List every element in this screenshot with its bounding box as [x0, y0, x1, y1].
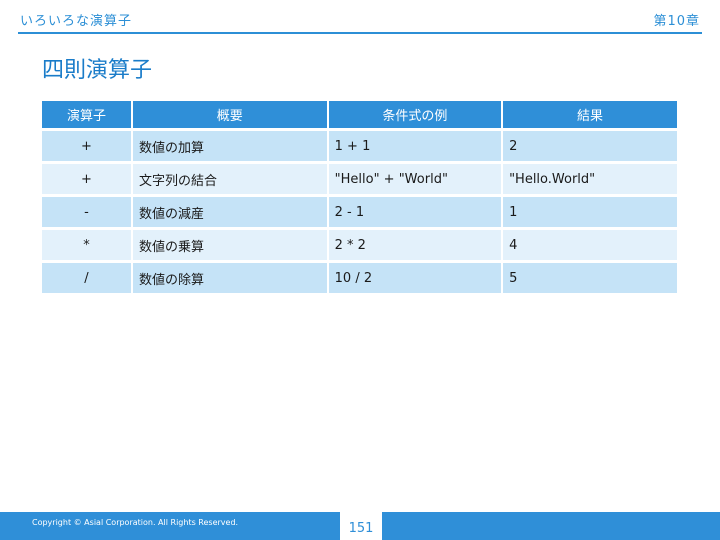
cell-result: 5 — [501, 263, 677, 293]
cell-result: 4 — [501, 230, 677, 260]
slide-header: いろいろな演算子 第10章 — [20, 8, 700, 30]
col-header-result: 結果 — [501, 101, 677, 128]
col-header-summary: 概要 — [130, 101, 327, 128]
cell-example: 1 + 1 — [326, 131, 502, 161]
cell-summary: 数値の乗算 — [130, 230, 327, 260]
header-divider — [18, 32, 702, 34]
cell-operator: / — [42, 263, 131, 293]
cell-example: 10 / 2 — [326, 263, 502, 293]
footer-bar: Copyright © Asial Corporation. All Right… — [0, 512, 720, 540]
cell-example: 2 - 1 — [326, 197, 502, 227]
cell-example: "Hello" + "World" — [326, 164, 502, 194]
chapter-label: 第10章 — [653, 13, 700, 29]
col-header-example: 条件式の例 — [326, 101, 502, 128]
col-header-operator: 演算子 — [42, 101, 131, 128]
cell-result: 2 — [501, 131, 677, 161]
section-title: いろいろな演算子 — [20, 13, 133, 29]
page-number: 151 — [340, 512, 382, 540]
slide-title: 四則演算子 — [42, 58, 153, 83]
table-row: - 数値の減産 2 - 1 1 — [42, 197, 677, 227]
operator-table: 演算子 概要 条件式の例 結果 + 数値の加算 1 + 1 2 + 文字列の結合… — [42, 98, 677, 296]
cell-summary: 数値の加算 — [130, 131, 327, 161]
table-row: + 数値の加算 1 + 1 2 — [42, 131, 677, 161]
cell-result: "Hello.World" — [501, 164, 677, 194]
cell-operator: + — [42, 164, 131, 194]
copyright-text: Copyright © Asial Corporation. All Right… — [32, 518, 239, 527]
cell-summary: 文字列の結合 — [130, 164, 327, 194]
table-row: + 文字列の結合 "Hello" + "World" "Hello.World" — [42, 164, 677, 194]
table-header-row: 演算子 概要 条件式の例 結果 — [42, 101, 677, 128]
cell-summary: 数値の減産 — [130, 197, 327, 227]
cell-result: 1 — [501, 197, 677, 227]
table-row: / 数値の除算 10 / 2 5 — [42, 263, 677, 293]
cell-operator: - — [42, 197, 131, 227]
cell-operator: * — [42, 230, 131, 260]
table-row: * 数値の乗算 2 * 2 4 — [42, 230, 677, 260]
cell-example: 2 * 2 — [326, 230, 502, 260]
cell-operator: + — [42, 131, 131, 161]
cell-summary: 数値の除算 — [130, 263, 327, 293]
